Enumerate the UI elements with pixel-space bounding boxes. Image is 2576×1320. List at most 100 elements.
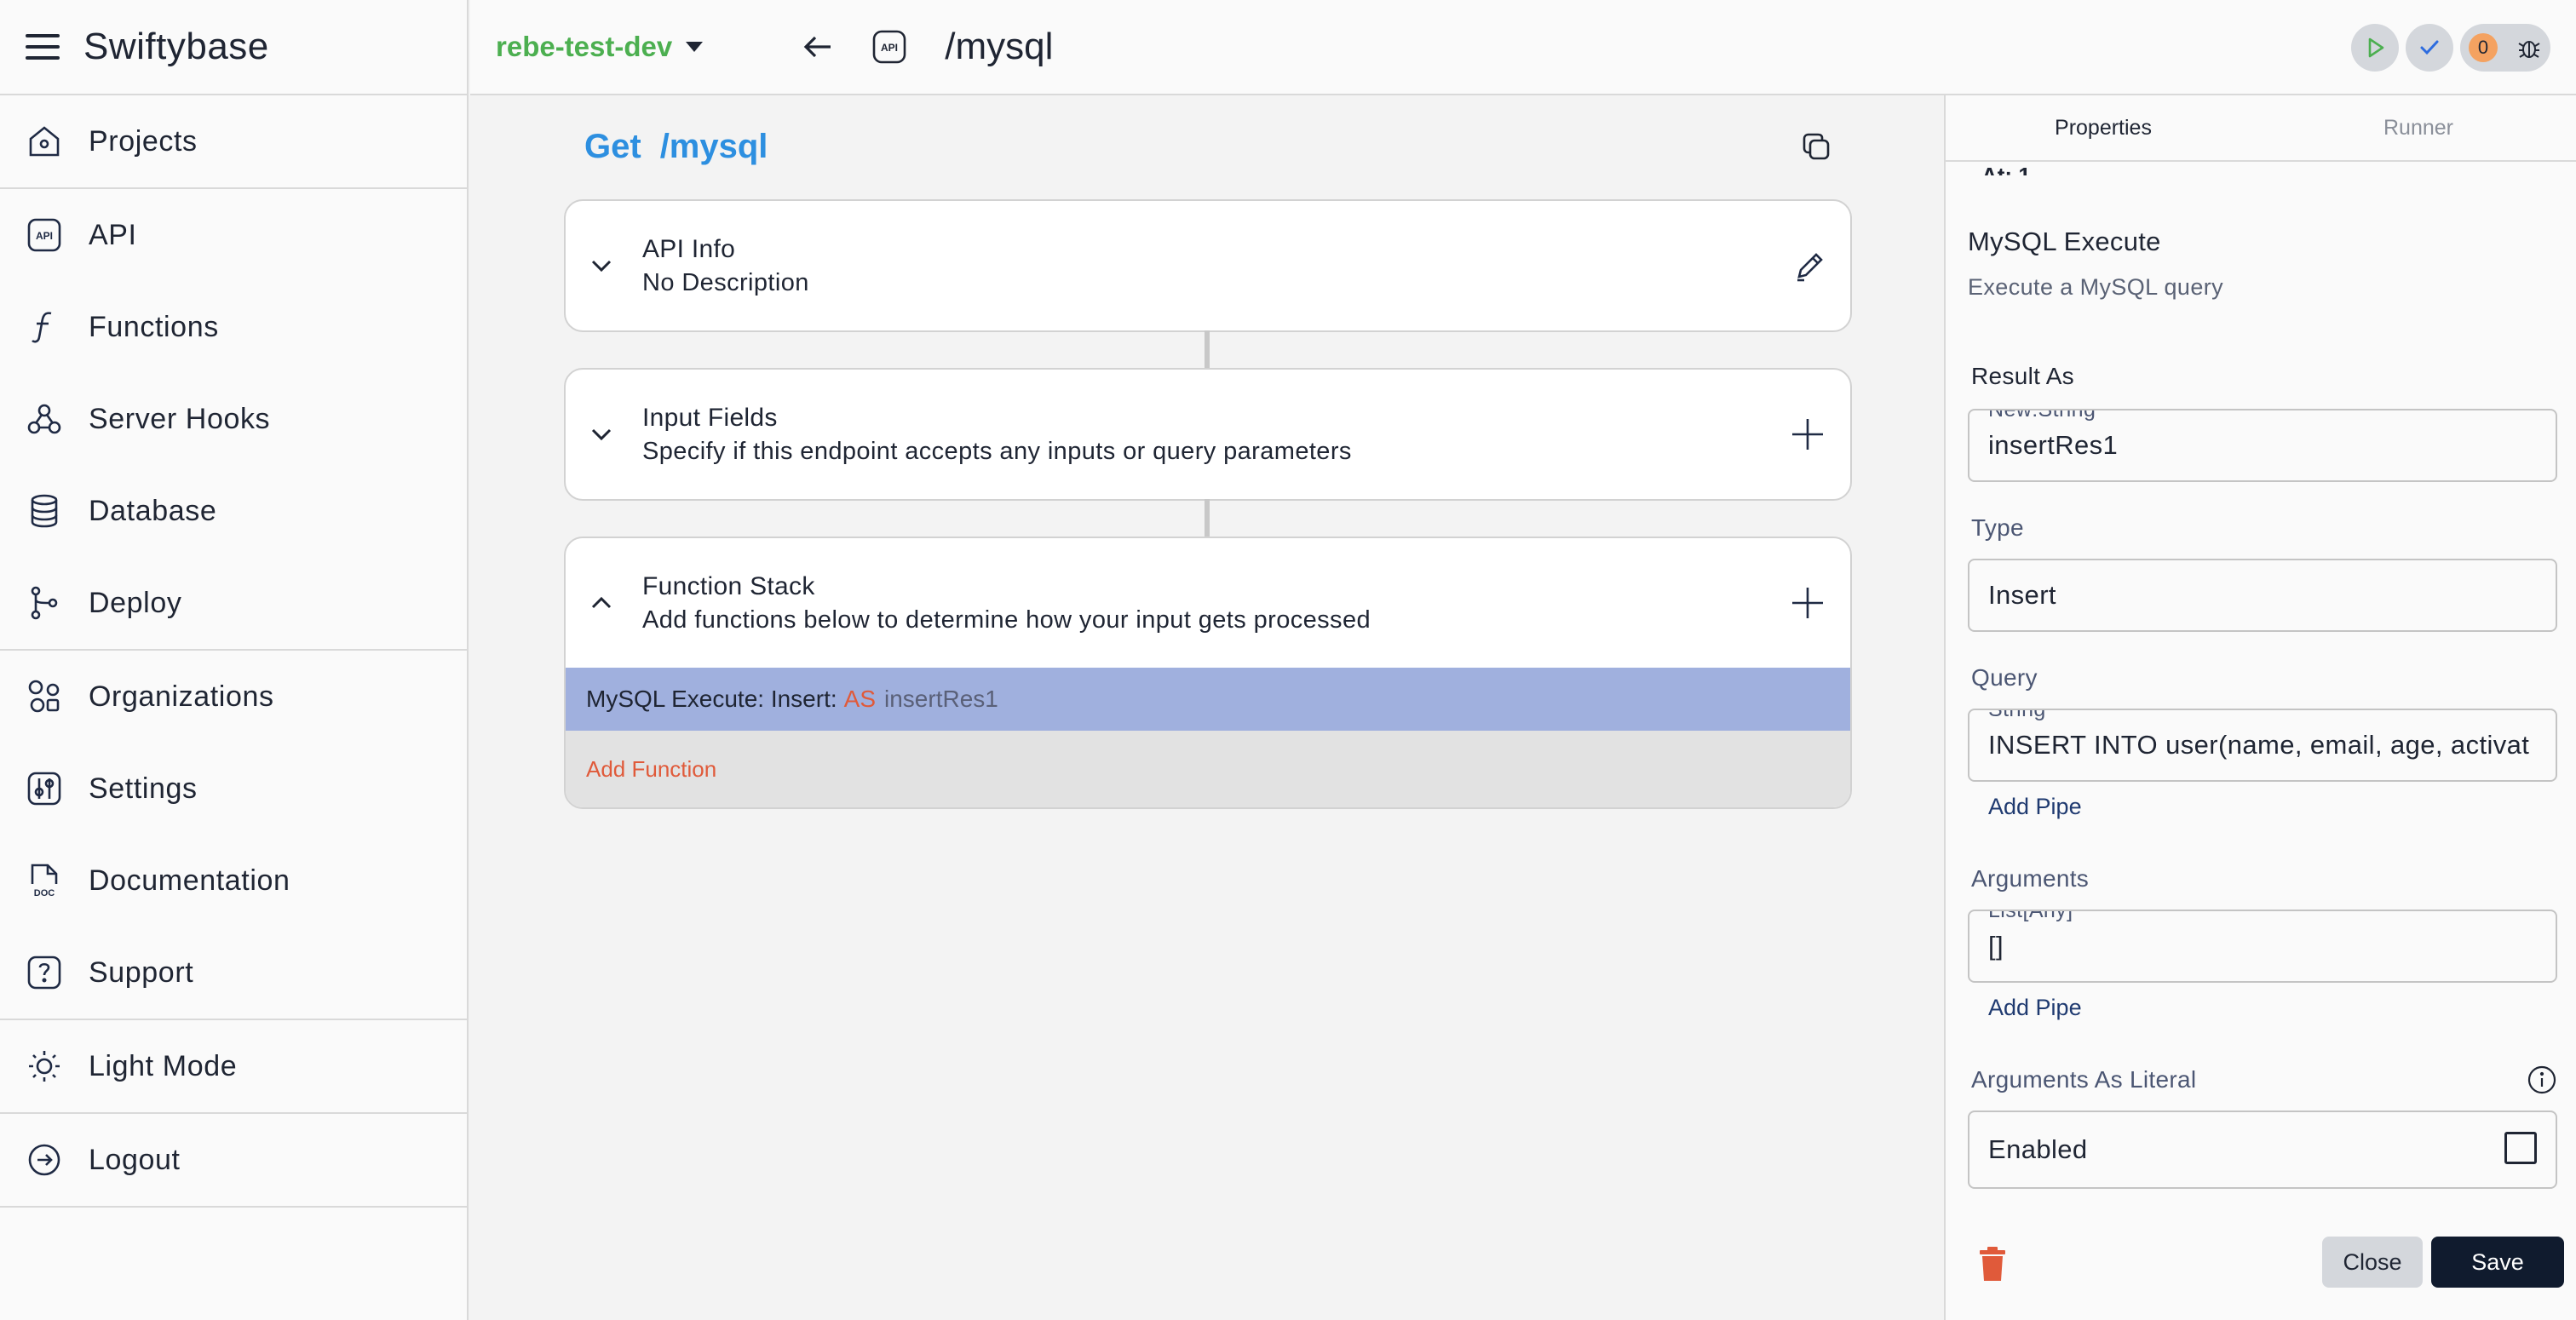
close-button[interactable]: Close — [2322, 1237, 2423, 1288]
top-bar: rebe-test-dev API /mysql 0 — [470, 0, 2576, 95]
help-icon — [26, 954, 63, 991]
app-title: Swiftybase — [83, 26, 269, 67]
sidebar-item-organizations[interactable]: Organizations — [0, 651, 467, 743]
function-item-var: insertRes1 — [884, 686, 998, 712]
api-info-card: API Info No Description — [564, 199, 1852, 332]
query-legend: String — [1983, 710, 2051, 720]
info-icon[interactable] — [2527, 1065, 2557, 1095]
literal-section: Arguments As Literal — [1971, 1066, 2561, 1093]
chevron-down-icon[interactable] — [588, 252, 615, 279]
sidebar-item-database[interactable]: Database — [0, 465, 467, 557]
svg-text:API: API — [36, 230, 53, 242]
add-function-link[interactable]: Add Function — [566, 731, 1850, 807]
literal-checkbox[interactable] — [2504, 1132, 2537, 1164]
card-title: API Info — [642, 234, 736, 263]
home-icon — [26, 123, 63, 160]
api-icon: API — [871, 29, 907, 65]
endpoint-path: /mysql — [659, 128, 768, 165]
tab-runner[interactable]: Runner — [2261, 95, 2576, 160]
sidebar-item-api[interactable]: API API — [0, 189, 467, 281]
arguments-legend: List[Any] — [1983, 911, 2079, 921]
arguments-add-pipe-link[interactable]: Add Pipe — [1988, 995, 2082, 1021]
tab-properties[interactable]: Properties — [1946, 95, 2261, 160]
sidebar-item-label: Database — [89, 494, 217, 527]
nav-group-projects: Projects — [0, 95, 467, 189]
sidebar-item-functions[interactable]: Functions — [0, 281, 467, 373]
api-info-header[interactable]: API Info No Description — [566, 201, 1850, 330]
type-select[interactable]: Insert — [1968, 559, 2557, 632]
run-button[interactable] — [2351, 24, 2399, 72]
sidebar-item-settings[interactable]: Settings — [0, 743, 467, 835]
sidebar-item-documentation[interactable]: DOC Documentation — [0, 835, 467, 927]
database-icon — [26, 492, 63, 530]
document-icon: DOC — [26, 862, 63, 899]
panel-tabs: Properties Runner — [1946, 95, 2576, 162]
nav-group-build: API API Functions Server Hooks Database … — [0, 189, 467, 651]
sidebar-item-label: Light Mode — [89, 1049, 238, 1082]
back-arrow-icon[interactable] — [802, 30, 836, 64]
arguments-label: Arguments — [1971, 865, 2090, 892]
webhook-icon — [26, 400, 63, 438]
debug-button[interactable]: 0 — [2460, 24, 2550, 72]
type-label: Type — [1971, 514, 2024, 541]
sidebar-item-light-mode[interactable]: Light Mode — [0, 1020, 467, 1112]
sidebar-item-label: Documentation — [89, 864, 290, 897]
sidebar-item-server-hooks[interactable]: Server Hooks — [0, 373, 467, 465]
arguments-input[interactable]: List[Any] [] — [1968, 910, 2557, 983]
function-stack-header[interactable]: Function Stack Add functions below to de… — [566, 538, 1850, 668]
function-stack-item[interactable]: MySQL Execute: Insert: AS insertRes1 — [566, 668, 1850, 731]
type-value: Insert — [1988, 580, 2056, 610]
query-section: Query — [1971, 664, 2561, 692]
route-path: /mysql — [945, 26, 1054, 67]
project-selector[interactable]: rebe-test-dev — [496, 31, 704, 63]
logout-icon — [26, 1141, 63, 1179]
add-function-plus-icon[interactable] — [1787, 583, 1828, 623]
literal-toggle-field[interactable]: Enabled — [1968, 1111, 2557, 1189]
chevron-down-icon[interactable] — [588, 421, 615, 448]
check-icon — [2420, 40, 2439, 55]
chevron-up-icon[interactable] — [588, 589, 615, 617]
project-name: rebe-test-dev — [496, 31, 673, 62]
http-method: Get — [584, 128, 641, 165]
query-label: Query — [1971, 664, 2038, 691]
add-input-plus-icon[interactable] — [1787, 414, 1828, 455]
sidebar-item-projects[interactable]: Projects — [0, 95, 467, 187]
hamburger-menu-icon[interactable] — [26, 34, 60, 60]
sidebar-item-logout[interactable]: Logout — [0, 1114, 467, 1206]
card-subtitle: No Description — [642, 268, 809, 296]
function-icon — [26, 308, 63, 346]
validate-button[interactable] — [2406, 24, 2453, 72]
function-item-label: MySQL Execute: Insert: — [586, 686, 837, 712]
input-fields-header[interactable]: Input Fields Specify if this endpoint ac… — [566, 370, 1850, 499]
nav-group-account: Organizations Settings DOC Documentation… — [0, 651, 467, 1020]
sidebar-item-support[interactable]: Support — [0, 927, 467, 1019]
result-as-legend: New:String — [1983, 410, 2102, 421]
result-as-input[interactable]: New:String insertRes1 — [1968, 409, 2557, 482]
sidebar-item-deploy[interactable]: Deploy — [0, 557, 467, 649]
sidebar-item-label: Support — [89, 956, 194, 989]
copy-icon[interactable] — [1799, 129, 1833, 164]
sidebar-item-label: Functions — [89, 310, 219, 343]
delete-trash-icon[interactable] — [1976, 1245, 2009, 1283]
sidebar-item-label: Logout — [89, 1143, 181, 1176]
literal-value: Enabled — [1988, 1134, 2088, 1164]
query-input[interactable]: String INSERT INTO user(name, email, age… — [1968, 709, 2557, 782]
sidebar-item-label: API — [89, 218, 137, 251]
result-as-value: insertRes1 — [1988, 430, 2119, 460]
card-title: Input Fields — [642, 403, 778, 432]
query-add-pipe-link[interactable]: Add Pipe — [1988, 794, 2082, 820]
arguments-section: Arguments — [1971, 865, 2561, 892]
function-description: Execute a MySQL query — [1968, 274, 2224, 300]
card-title: Function Stack — [642, 571, 815, 600]
settings-icon — [26, 770, 63, 807]
literal-label: Arguments As Literal — [1971, 1066, 2197, 1093]
save-button[interactable]: Save — [2431, 1237, 2564, 1288]
sidebar-item-label: Projects — [89, 124, 198, 158]
card-subtitle: Specify if this endpoint accepts any inp… — [642, 437, 1352, 465]
function-stack-card: Function Stack Add functions below to de… — [564, 537, 1852, 809]
card-subtitle: Add functions below to determine how you… — [642, 605, 1371, 634]
edit-pencil-icon[interactable] — [1792, 248, 1828, 284]
nav-group-theme: Light Mode — [0, 1020, 467, 1114]
type-section: Type — [1971, 514, 2561, 542]
stack-connector — [1205, 330, 1210, 368]
